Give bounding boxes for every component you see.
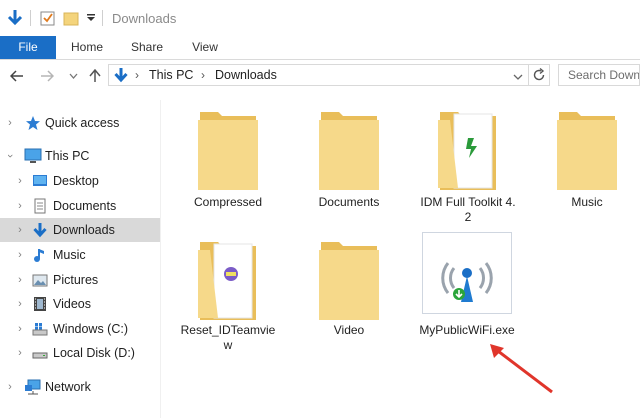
sidebar-item-label: Videos [53,297,91,311]
breadcrumb-this-pc[interactable]: This PC [149,68,193,82]
file-item-reset-idteamviewer[interactable]: Reset_IDTeamview [178,234,278,364]
pictures-icon [32,272,48,288]
annotation-arrow-icon [490,344,553,394]
file-name: Documents [318,195,380,209]
folder-icon [198,112,258,190]
folder-icon [319,242,379,320]
sidebar-item-network[interactable]: › Network [0,375,160,399]
file-item-compressed[interactable]: Compressed [178,104,278,224]
wifi-hotspot-icon [441,262,493,302]
expand-chevron-icon[interactable]: › [15,175,25,187]
search-box[interactable]: Search Down [558,64,640,86]
file-name: Video [333,323,365,337]
file-item-idm-full-toolkit[interactable]: IDM Full Toolkit 4.2 [418,104,518,234]
download-arrow-icon [113,67,129,86]
tab-home[interactable]: Home [62,36,112,59]
network-icon [24,379,41,395]
breadcrumb-separator: › [135,68,139,82]
sidebar-item-label: Windows (C:) [53,322,129,336]
tab-file[interactable]: File [0,36,56,59]
breadcrumb-separator: › [201,68,205,82]
collapse-chevron-icon[interactable]: › [4,151,16,161]
star-icon [25,115,41,131]
expand-chevron-icon[interactable]: › [15,323,25,335]
sidebar-item-label: This PC [45,149,90,163]
expand-chevron-icon[interactable]: › [5,117,15,129]
file-item-music[interactable]: Music [537,104,637,224]
refresh-icon[interactable] [532,67,546,86]
expand-chevron-icon[interactable]: › [15,249,25,261]
music-note-icon [32,247,48,263]
download-arrow-icon [6,8,24,28]
forward-arrow-icon[interactable] [38,67,56,85]
sidebar-item-label: Desktop [53,174,99,188]
expand-chevron-icon[interactable]: › [15,274,25,286]
address-dropdown-icon[interactable] [513,70,523,84]
download-arrow-icon [32,222,48,238]
new-folder-icon[interactable] [63,8,79,28]
expand-chevron-icon[interactable]: › [15,347,25,359]
expand-chevron-icon[interactable]: › [15,298,25,310]
folder-icon [557,112,617,190]
expand-chevron-icon[interactable]: › [15,224,25,236]
file-item-video[interactable]: Video [299,234,399,354]
sidebar-item-label: Network [45,380,91,394]
sidebar-item-music[interactable]: › Music [0,243,160,267]
sidebar-item-downloads[interactable]: › Downloads [0,218,160,242]
sidebar-item-label: Downloads [53,223,115,237]
sidebar-item-pictures[interactable]: › Pictures [0,268,160,292]
documents-icon [32,198,48,214]
sidebar-item-label: Quick access [45,116,120,130]
tab-share[interactable]: Share [122,36,172,59]
sidebar-item-documents[interactable]: › Documents [0,194,160,218]
desktop-folder-icon [32,173,48,189]
address-bar[interactable]: › This PC › Downloads [108,64,550,86]
folder-with-file-icon [438,112,496,190]
window-title: Downloads [112,11,177,26]
sidebar-item-label: Music [53,248,86,262]
file-item-documents[interactable]: Documents [299,104,399,224]
recent-chevron-icon[interactable] [64,67,82,85]
title-bar: Downloads [0,0,640,36]
search-placeholder: Search Down [568,68,640,82]
back-arrow-icon[interactable] [8,67,26,85]
expand-chevron-icon[interactable]: › [15,200,25,212]
chevron-down-icon[interactable] [86,8,96,28]
folder-icon [319,112,379,190]
sidebar-item-windows-c[interactable]: › Windows (C:) [0,317,160,341]
ribbon-tabs: File Home Share View [0,36,640,60]
sidebar-item-this-pc[interactable]: › This PC [0,144,160,168]
tab-view[interactable]: View [180,36,230,59]
computer-icon [24,148,42,164]
sidebar-item-quick-access[interactable]: › Quick access [0,111,160,135]
drive-icon [32,345,48,361]
navigation-pane: › Quick access › This PC › Desktop › Doc… [0,100,160,418]
properties-icon[interactable] [40,8,56,28]
windows-drive-icon [32,321,48,337]
file-name: Compressed [193,195,263,209]
file-name: Reset_IDTeamview [180,323,276,352]
sidebar-item-label: Pictures [53,273,99,287]
file-name: Music [571,195,603,209]
file-name: MyPublicWiFi.exe [419,323,515,337]
sidebar-item-label: Documents [53,199,117,213]
folder-with-file-icon [198,242,256,320]
breadcrumb-downloads[interactable]: Downloads [215,68,277,82]
sidebar-item-local-disk-d[interactable]: › Local Disk (D:) [0,341,160,365]
sidebar-item-label: Local Disk (D:) [53,346,135,360]
expand-chevron-icon[interactable]: › [5,381,15,393]
file-name: IDM Full Toolkit 4.2 [420,195,516,224]
film-icon [32,296,48,312]
up-arrow-icon[interactable] [86,67,104,85]
sidebar-item-videos[interactable]: › Videos [0,292,160,316]
sidebar-item-desktop[interactable]: › Desktop [0,169,160,193]
